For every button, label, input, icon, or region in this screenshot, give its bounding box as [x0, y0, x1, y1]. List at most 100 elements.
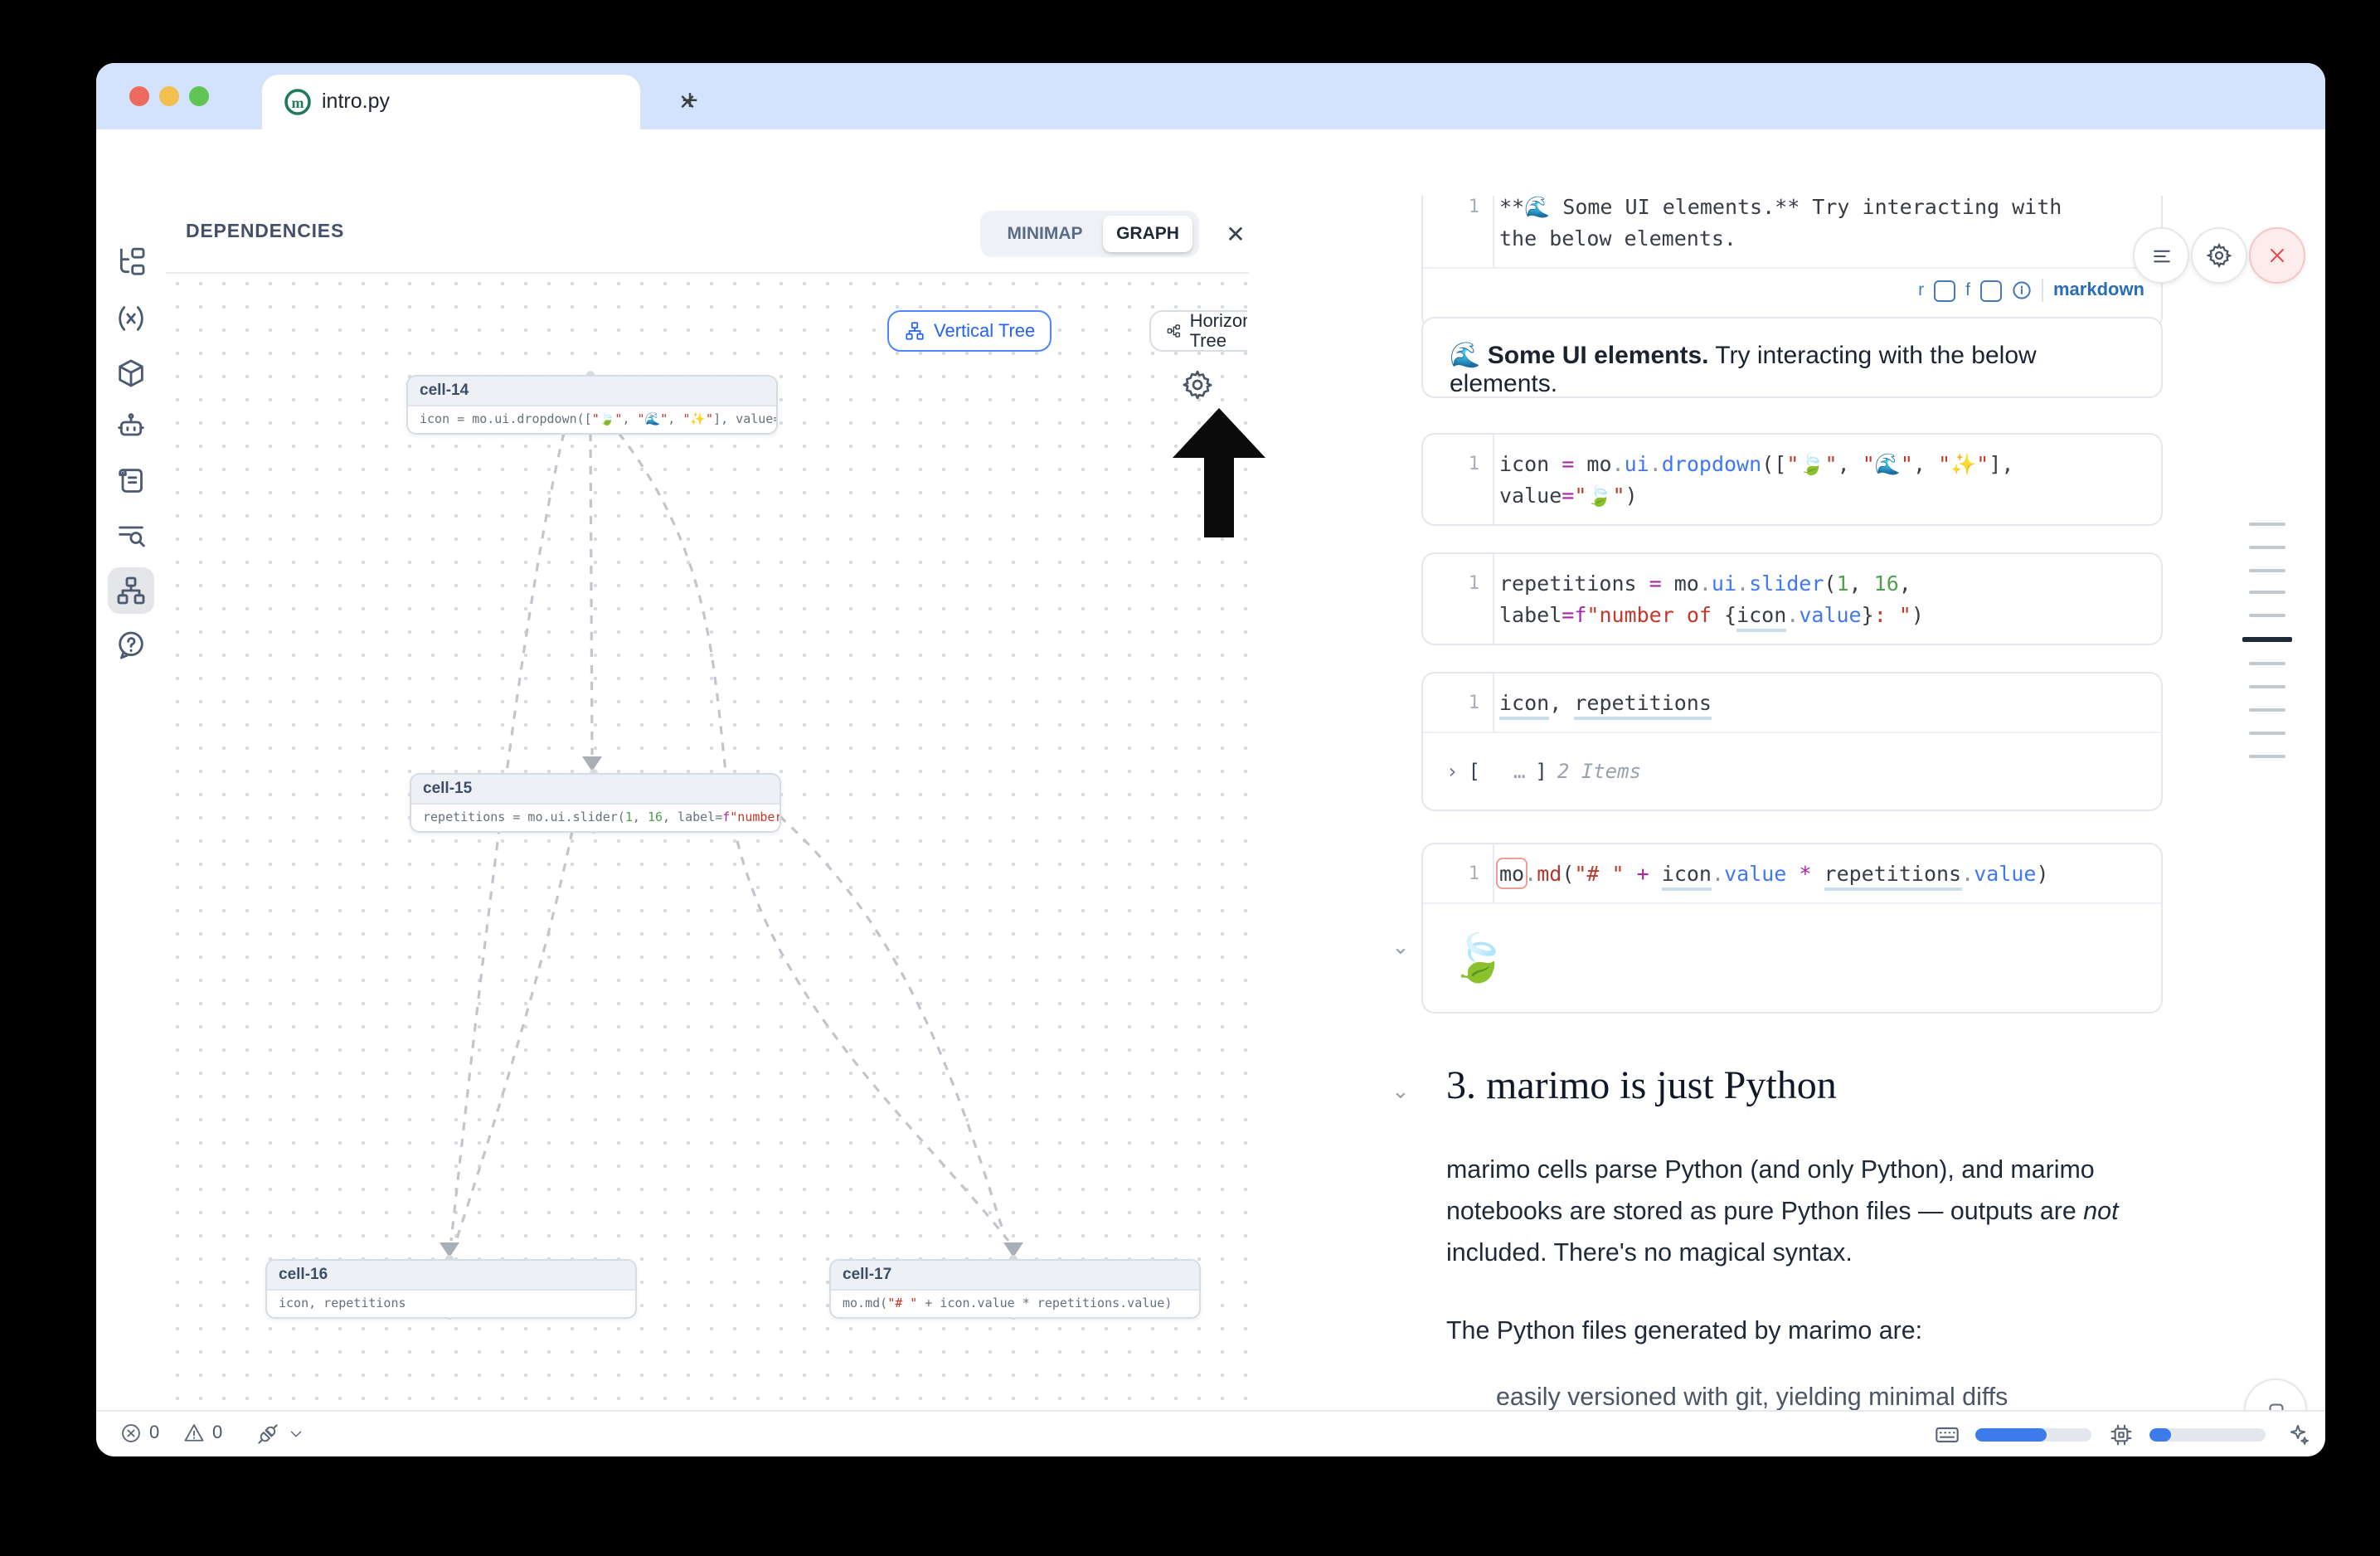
- warnings-indicator[interactable]: 0: [182, 1422, 222, 1445]
- robot-icon: [114, 410, 148, 443]
- code-line[interactable]: repetitions = mo.ui.slider(1, 16,: [1499, 567, 2144, 599]
- node-title: cell-15: [411, 775, 780, 805]
- sidebar-item-snippets[interactable]: [108, 458, 154, 504]
- section-collapse-chevron[interactable]: ⌄: [1392, 1078, 1410, 1105]
- minimap-active-line: [2242, 637, 2292, 642]
- sidebar-item-variables[interactable]: [108, 295, 154, 342]
- graph-node-cell-14[interactable]: cell-14 icon = mo.ui.dropdown(["🍃", "🌊",…: [406, 375, 778, 435]
- footer-r-label[interactable]: r: [1918, 280, 1924, 300]
- node-code: icon = mo.ui.dropdown(["🍃", "🌊", "✨"], v…: [408, 406, 776, 433]
- cell-menu-button[interactable]: [2133, 227, 2189, 284]
- cell-collapse-chevron[interactable]: ⌄: [1392, 934, 1410, 960]
- browser-tab-strip: m intro.py ✕ +: [96, 63, 2325, 129]
- node-title: cell-16: [267, 1261, 635, 1291]
- new-tab-button[interactable]: +: [668, 80, 712, 123]
- window-minimize-light[interactable]: [159, 86, 179, 106]
- cpu-indicator[interactable]: [2108, 1422, 2135, 1448]
- warning-triangle-icon: [182, 1422, 206, 1445]
- ai-assist-button[interactable]: [2285, 1422, 2310, 1447]
- horizontal-tree-icon: [1166, 320, 1182, 342]
- status-bar: 0 0: [96, 1410, 2325, 1456]
- code-line[interactable]: mo.md("# " + icon.value * repetitions.va…: [1499, 858, 2144, 889]
- output-text: 🌊 Some UI elements. Try interacting with…: [1423, 318, 2161, 420]
- expand-chevron[interactable]: ›: [1446, 760, 1458, 783]
- graph-canvas[interactable]: Vertical Tree Horizontal Tree: [166, 272, 1247, 1410]
- sidebar-item-dependency-graph[interactable]: [108, 567, 154, 614]
- cell-md[interactable]: 1 mo.md("# " + icon.value * repetitions.…: [1421, 843, 2163, 1014]
- tab-graph[interactable]: GRAPH: [1103, 217, 1192, 250]
- horizontal-tree-button[interactable]: Horizontal Tree: [1149, 310, 1247, 352]
- cell-markdown[interactable]: 1 **🌊 Some UI elements.** Try interactin…: [1421, 196, 2163, 330]
- graph-node-cell-17[interactable]: cell-17 mo.md("# " + icon.value * repeti…: [829, 1259, 1201, 1319]
- dependencies-header: DEPENDENCIES MINIMAP GRAPH ✕: [166, 196, 1249, 274]
- connection-toggle[interactable]: [255, 1422, 305, 1447]
- items-count: 2 Items: [1557, 760, 1641, 783]
- file-tree-icon: [114, 246, 148, 279]
- chevron-down-icon: [287, 1425, 305, 1443]
- browser-tab[interactable]: m intro.py ✕: [262, 75, 640, 129]
- tab-minimap[interactable]: MINIMAP: [990, 217, 1100, 250]
- graph-node-cell-16[interactable]: cell-16 icon, repetitions: [265, 1259, 637, 1319]
- gear-icon: [2206, 242, 2232, 269]
- code-line[interactable]: the below elements.: [1499, 222, 2144, 254]
- close-panel-icon[interactable]: ✕: [1221, 219, 1251, 249]
- node-title: cell-14: [408, 377, 776, 406]
- dependency-edges: [166, 272, 1247, 1410]
- keyboard-icon: [1934, 1422, 1960, 1448]
- svg-text:m: m: [292, 95, 304, 111]
- list-search-icon: [114, 519, 148, 552]
- horizontal-tree-label: Horizontal Tree: [1190, 311, 1247, 351]
- memory-meter-fill: [1975, 1428, 2047, 1442]
- panel-title: DEPENDENCIES: [186, 222, 344, 242]
- sidebar-item-help[interactable]: [108, 622, 154, 669]
- code-line[interactable]: icon, repetitions: [1499, 687, 2144, 718]
- paragraph: marimo cells parse Python (and only Pyth…: [1446, 1150, 2163, 1274]
- footer-toggle-icon[interactable]: [1934, 280, 1955, 301]
- sparkles-icon: [2285, 1422, 2310, 1447]
- sidebar-item-packages[interactable]: [108, 350, 154, 396]
- code-line[interactable]: **🌊 Some UI elements.** Try interacting …: [1499, 196, 2144, 222]
- footer-f-label[interactable]: f: [1965, 280, 1970, 300]
- memory-indicator[interactable]: [1934, 1422, 1960, 1448]
- sidebar-item-ai-assistant[interactable]: [108, 403, 154, 450]
- node-code: repetitions = mo.ui.slider(1, 16, label=…: [411, 805, 780, 831]
- line-number: 1: [1423, 844, 1494, 902]
- browser-window: m intro.py ✕ +: [96, 63, 2325, 1456]
- sidebar-item-logs[interactable]: [108, 513, 154, 559]
- refs-output[interactable]: › [ … ] 2 Items: [1423, 732, 2161, 810]
- bracket: [: [1468, 760, 1479, 783]
- vertical-tree-button[interactable]: Vertical Tree: [887, 310, 1052, 352]
- cell-refs[interactable]: 1 icon, repetitions › [ … ] 2 Items: [1421, 672, 2163, 811]
- menu-lines-icon: [2149, 243, 2174, 268]
- error-count: 0: [149, 1423, 159, 1443]
- stop-button[interactable]: [2244, 1379, 2307, 1410]
- graph-settings-gear-icon[interactable]: [1181, 368, 1214, 401]
- code-line[interactable]: value="🍃"): [1499, 479, 2144, 511]
- window-close-light[interactable]: [129, 86, 149, 106]
- cpu-meter: [2149, 1428, 2266, 1442]
- cell-slider[interactable]: 1 repetitions = mo.ui.slider(1, 16, labe…: [1421, 552, 2163, 645]
- errors-indicator[interactable]: 0: [119, 1422, 159, 1445]
- cell-dropdown[interactable]: 1 icon = mo.ui.dropdown(["🍃", "🌊", "✨"],…: [1421, 433, 2163, 526]
- sidebar-item-file-explorer[interactable]: [108, 239, 154, 285]
- shutdown-button[interactable]: [2249, 227, 2305, 284]
- footer-info-icon[interactable]: [2012, 280, 2032, 300]
- vertical-tree-icon: [904, 320, 925, 342]
- node-title: cell-17: [831, 1261, 1199, 1291]
- error-circle-icon: [119, 1422, 143, 1445]
- variables-icon: [114, 302, 148, 335]
- window-zoom-light[interactable]: [189, 86, 209, 106]
- line-number: 1: [1423, 554, 1494, 644]
- section-heading: 3. marimo is just Python: [1446, 1065, 1837, 1110]
- scroll-icon: [114, 464, 148, 498]
- code-line[interactable]: label=f"number of {icon.value}: "): [1499, 599, 2144, 630]
- dependencies-panel: DEPENDENCIES MINIMAP GRAPH ✕: [166, 196, 1251, 1410]
- line-number: 1: [1423, 435, 1494, 524]
- package-icon: [114, 357, 148, 390]
- code-line[interactable]: icon = mo.ui.dropdown(["🍃", "🌊", "✨"],: [1499, 448, 2144, 479]
- language-label[interactable]: markdown: [2053, 280, 2144, 300]
- graph-node-cell-15[interactable]: cell-15 repetitions = mo.ui.slider(1, 16…: [410, 773, 781, 833]
- footer-toggle-icon[interactable]: [1980, 280, 2002, 301]
- markdown-output: 🌊 Some UI elements. Try interacting with…: [1421, 317, 2163, 398]
- notebook-settings-button[interactable]: [2191, 227, 2247, 284]
